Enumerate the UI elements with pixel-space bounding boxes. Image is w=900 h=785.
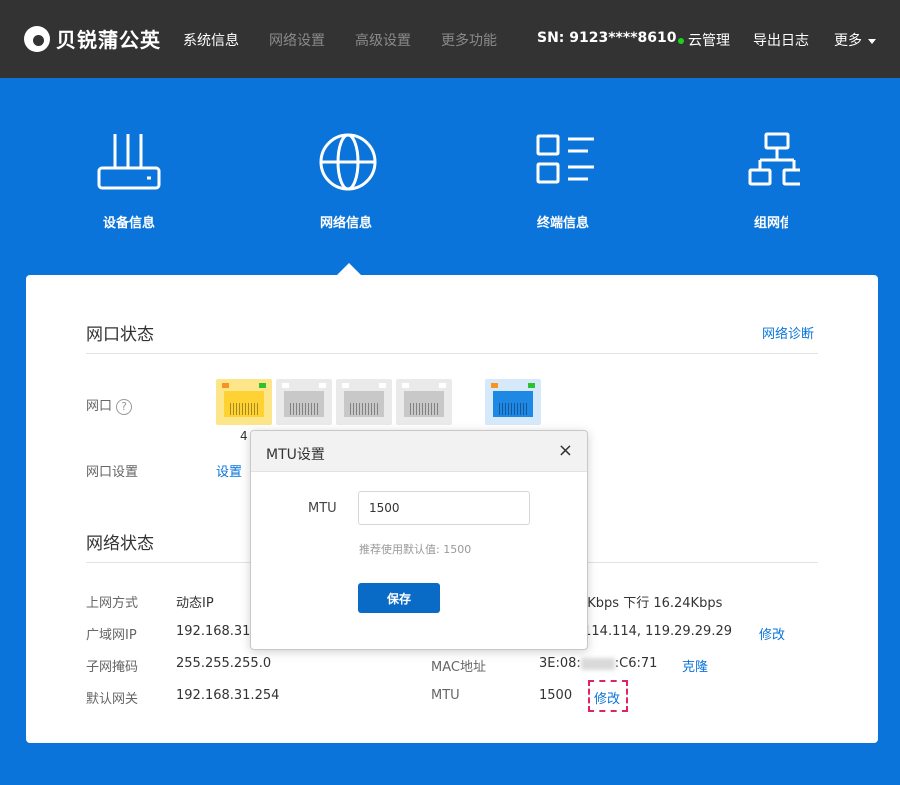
topology-icon [748, 132, 800, 186]
port-label-text: 网口 [86, 399, 113, 414]
connection-type-value: 动态IP [176, 596, 214, 611]
category-network-info-label[interactable]: 网络信息 [320, 212, 372, 231]
port-label: 网口? [86, 395, 133, 415]
divider [86, 353, 818, 354]
online-status-icon [678, 38, 684, 44]
port-pins [290, 403, 318, 415]
mac-suffix: :C6:71 [614, 656, 658, 671]
port-led-icon [319, 383, 326, 388]
dns-edit-link[interactable]: 修改 [759, 624, 785, 643]
list-grid-icon [536, 134, 594, 184]
mac-clone-link[interactable]: 克隆 [682, 656, 708, 675]
globe-icon [319, 133, 377, 191]
mtu-settings-dialog: MTU设置 × MTU 推荐使用默认值: 1500 保存 [250, 430, 588, 650]
mtu-field-label: MTU [308, 501, 337, 516]
port-status-title: 网口状态 [86, 325, 154, 345]
port-led-icon [342, 383, 349, 388]
brand-name: 贝锐蒲公英 [56, 28, 161, 52]
port-led-icon [282, 383, 289, 388]
nav-network-settings[interactable]: 网络设置 [269, 30, 325, 50]
mac-value: 3E:08: :C6:71 [539, 656, 657, 671]
port-led-icon [222, 383, 229, 388]
category-terminal-info-label[interactable]: 终端信息 [537, 212, 589, 231]
port-setting-label: 网口设置 [86, 465, 139, 480]
router-icon [97, 134, 161, 190]
wan-port [485, 379, 541, 425]
mtu-edit-link[interactable]: 修改 [594, 688, 620, 707]
logo-icon [24, 25, 50, 52]
lan-port-4 [216, 379, 272, 425]
lan-port-2 [336, 379, 392, 425]
port-led-icon [439, 383, 446, 388]
port-pins [230, 403, 258, 415]
mtu-input[interactable] [358, 491, 530, 525]
mac-prefix: 3E:08: [539, 656, 581, 671]
network-status-title: 网络状态 [86, 534, 154, 554]
serial-number: SN: 9123****8610 [537, 30, 677, 46]
dialog-header: MTU设置 × [251, 431, 587, 472]
category-network-info[interactable] [288, 130, 408, 194]
category-networking-label[interactable]: 组网信 [754, 212, 788, 231]
nav-more-features[interactable]: 更多功能 [441, 30, 497, 50]
nav-advanced-settings[interactable]: 高级设置 [355, 30, 411, 50]
gateway-value: 192.168.31.254 [176, 688, 280, 703]
gateway-label: 默认网关 [86, 692, 139, 707]
port-led-icon [491, 383, 498, 388]
mtu-hint: 推荐使用默认值: 1500 [359, 543, 472, 556]
port-pins [499, 403, 527, 415]
more-menu[interactable]: 更多 [834, 30, 876, 50]
speed-value: 5Kbps 下行 16.24Kbps [579, 596, 723, 611]
save-button[interactable]: 保存 [358, 583, 440, 613]
close-icon[interactable]: × [558, 440, 573, 461]
nav-system-info[interactable]: 系统信息 [183, 30, 239, 50]
connection-type-label: 上网方式 [86, 596, 139, 611]
active-category-pointer [337, 263, 361, 275]
mtu-value: 1500 [539, 688, 573, 703]
lan-port-1 [396, 379, 452, 425]
mac-label: MAC地址 [431, 660, 486, 675]
export-log-button[interactable]: 导出日志 [753, 30, 809, 50]
category-device-info-label[interactable]: 设备信息 [103, 212, 155, 231]
top-bar: 贝锐蒲公英 系统信息 网络设置 高级设置 更多功能 SN: 9123****86… [0, 0, 900, 78]
wan-ip-label: 广域网IP [86, 628, 137, 643]
lan-port-3 [276, 379, 332, 425]
cloud-management-label: 云管理 [688, 33, 730, 49]
port-led-icon [528, 383, 535, 388]
subnet-mask-value: 255.255.255.0 [176, 656, 272, 671]
port-pins [410, 403, 438, 415]
cloud-management[interactable]: 云管理 [678, 30, 730, 50]
category-networking[interactable] [740, 130, 800, 194]
help-icon[interactable]: ? [116, 399, 133, 415]
more-menu-label: 更多 [834, 33, 862, 49]
network-diagnosis-link[interactable]: 网络诊断 [762, 323, 814, 342]
port-pins [350, 403, 378, 415]
dialog-title: MTU设置 [266, 447, 325, 463]
port-led-icon [259, 383, 266, 388]
wan-ip-value: 192.168.31. [176, 624, 255, 639]
port-led-icon [379, 383, 386, 388]
port-setting-link[interactable]: 设置 [216, 461, 242, 480]
redacted-mask [580, 657, 615, 670]
category-terminal-info[interactable] [506, 130, 626, 194]
mtu-label: MTU [431, 688, 460, 703]
brand-logo[interactable]: 贝锐蒲公英 [24, 24, 161, 53]
chevron-down-icon [868, 38, 876, 44]
category-device-info[interactable] [70, 130, 190, 194]
subnet-mask-label: 子网掩码 [86, 660, 139, 675]
port-number-label: 4 [240, 429, 248, 443]
port-led-icon [402, 383, 409, 388]
dns-value: .114.114, 119.29.29.29 [579, 624, 732, 639]
